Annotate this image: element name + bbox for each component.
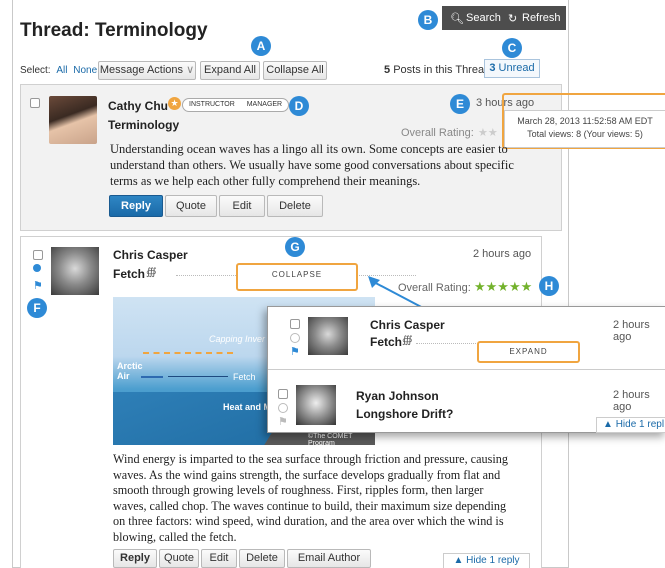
avatar-chris: [51, 247, 99, 295]
divider: [416, 343, 476, 348]
collapse-link[interactable]: COLLAPSE: [236, 270, 358, 279]
select-none-link[interactable]: None: [73, 65, 97, 76]
rating-stars[interactable]: ★★: [478, 126, 498, 139]
unread-count: 3: [489, 62, 496, 74]
unread-filter[interactable]: 3 Unread: [484, 59, 540, 78]
select-controls: Select: All None: [20, 65, 97, 76]
flag-icon[interactable]: ⚑: [290, 345, 300, 358]
post-checkbox[interactable]: [290, 319, 300, 329]
post-checkbox[interactable]: [30, 98, 40, 108]
hide-reply-link[interactable]: ▲ Hide 1 reply: [443, 553, 530, 568]
attachment-icon: ∰: [146, 267, 157, 278]
top-action-bar: 🔍︎ Search ↻ Refresh: [442, 6, 566, 30]
attachment-icon: ∰: [402, 335, 413, 346]
posts-count-number: 5: [384, 64, 391, 76]
collapsed-view-overlay: ⚑ Chris Casper Fetch ∰ 2 hours ago EXPAN…: [267, 306, 665, 433]
diagram-label-air: Air: [117, 371, 130, 381]
overlay-post-time: 2 hours ago: [613, 389, 650, 413]
expand-link[interactable]: EXPAND: [477, 347, 580, 356]
avatar-ryan: [296, 385, 336, 425]
post-author: Chris Casper: [113, 248, 188, 262]
post-checkbox[interactable]: [33, 250, 43, 260]
reply-button[interactable]: Reply: [109, 195, 163, 217]
post-body: Understanding ocean waves has a lingo al…: [110, 142, 514, 188]
select-label: Select:: [20, 65, 51, 76]
callout-badge-e: E: [450, 94, 470, 114]
diagram-label-fetch: Fetch: [233, 372, 256, 382]
post-author: Cathy Chu: [108, 99, 168, 113]
role-badge: INSTRUCTOR MANAGER: [182, 98, 290, 112]
callout-badge-g: G: [285, 237, 305, 257]
overlay-post-author: Chris Casper: [370, 318, 445, 332]
refresh-button[interactable]: Refresh: [522, 12, 561, 24]
page-title: Thread: Terminology: [20, 20, 208, 41]
overlay-post-author: Ryan Johnson: [356, 389, 439, 403]
tooltip-views: Total views: 8 (Your views: 5): [527, 129, 643, 139]
post-body: Wind energy is imparted to the sea surfa…: [113, 452, 508, 544]
delete-button[interactable]: Delete: [239, 549, 285, 568]
avatar-chris: [308, 317, 348, 355]
chevron-down-icon: ∨: [186, 64, 195, 76]
post-checkbox[interactable]: [278, 389, 288, 399]
posts-count-label: Posts in this Thread: [393, 64, 491, 76]
refresh-icon[interactable]: ↻: [508, 12, 517, 25]
expand-all-button[interactable]: Expand All: [200, 61, 260, 80]
unread-label: Unread: [498, 62, 535, 74]
callout-badge-h: H: [539, 276, 559, 296]
search-button[interactable]: Search: [466, 12, 501, 24]
instructor-star-icon: ★: [168, 97, 181, 110]
triangle-up-icon: ▲: [603, 419, 613, 430]
post-subject: Terminology: [108, 118, 180, 132]
read-dot-icon[interactable]: [290, 333, 300, 343]
diagram-label-capping: Capping Inver: [209, 334, 266, 344]
hide-reply-link[interactable]: ▲ Hide 1 repl: [596, 417, 665, 433]
callout-badge-d: D: [289, 96, 309, 116]
triangle-up-icon: ▲: [453, 555, 464, 566]
quote-button[interactable]: Quote: [159, 549, 199, 568]
post-time: 2 hours ago: [473, 248, 532, 260]
callout-badge-f: F: [27, 298, 47, 318]
role-instructor: INSTRUCTOR: [189, 101, 235, 108]
quote-button[interactable]: Quote: [165, 195, 217, 217]
diagram-label-arctic: Arctic: [117, 361, 143, 371]
callout-badge-b: B: [418, 10, 438, 30]
delete-button[interactable]: Delete: [267, 195, 323, 217]
avatar-cathy: [49, 96, 97, 144]
reply-button[interactable]: Reply: [113, 549, 157, 568]
edit-button[interactable]: Edit: [201, 549, 237, 568]
overlay-post-time: 2 hours ago: [613, 319, 650, 343]
posts-count: 5 Posts in this Thread: [384, 64, 490, 76]
edit-button[interactable]: Edit: [219, 195, 265, 217]
diagram-credit: ©The COMET Program: [308, 433, 353, 445]
post-subject: Fetch: [113, 267, 146, 281]
message-actions-button[interactable]: Message Actions ∨: [98, 61, 196, 80]
rating-label: Overall Rating:: [401, 127, 474, 139]
message-actions-label: Message Actions: [99, 64, 184, 76]
overlay-post-subject: Longshore Drift?: [356, 407, 454, 421]
flag-icon[interactable]: ⚑: [278, 415, 288, 428]
divider: [176, 275, 236, 280]
role-manager: MANAGER: [246, 101, 283, 108]
collapse-all-button[interactable]: Collapse All: [263, 61, 327, 80]
hide-reply-label: Hide 1 reply: [466, 555, 520, 566]
diagram-label-heat: Heat and M: [223, 402, 272, 412]
unread-dot-icon[interactable]: [33, 264, 41, 272]
callout-badge-a: A: [251, 36, 271, 56]
search-icon[interactable]: 🔍︎: [450, 12, 464, 25]
email-author-button[interactable]: Email Author: [287, 549, 371, 568]
callout-badge-c: C: [502, 38, 522, 58]
select-all-link[interactable]: All: [56, 65, 67, 76]
tooltip-date: March 28, 2013 11:52:58 AM EDT: [517, 116, 653, 126]
overlay-post-subject: Fetch: [370, 335, 403, 349]
read-dot-icon[interactable]: [278, 403, 288, 413]
flag-icon[interactable]: ⚑: [33, 279, 43, 292]
hide-reply-label: Hide 1 repl: [615, 419, 665, 430]
